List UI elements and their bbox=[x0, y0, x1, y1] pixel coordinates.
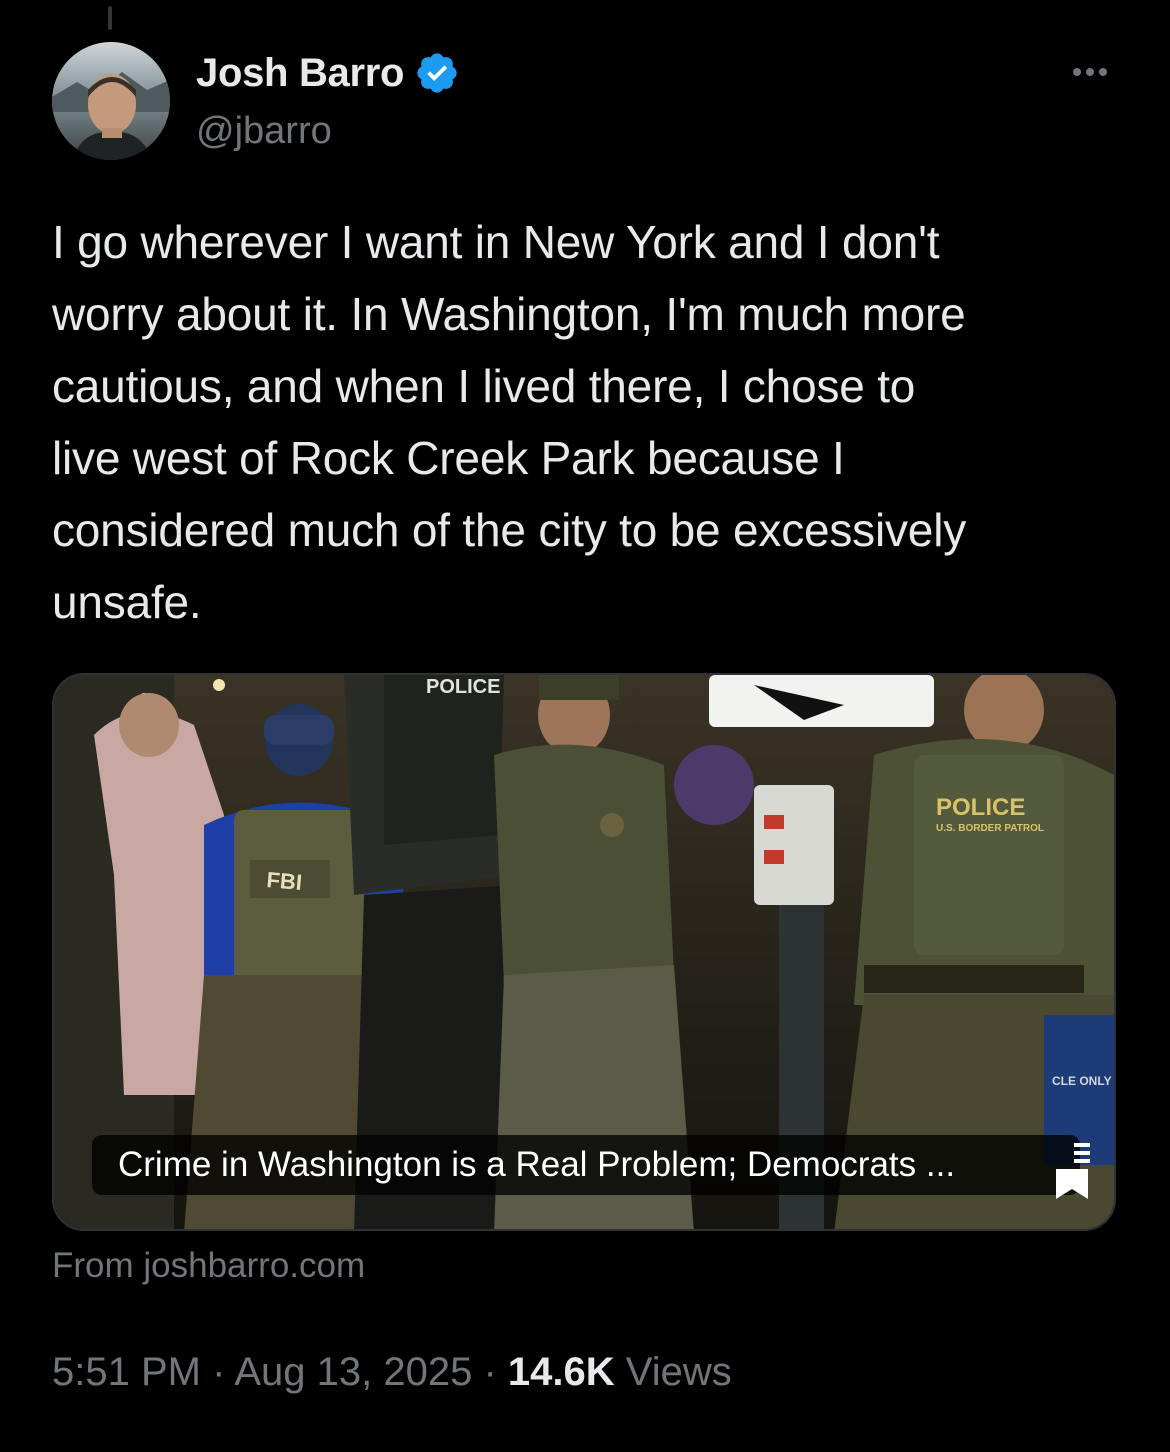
avatar[interactable] bbox=[52, 42, 170, 160]
image-label-recycle: CLE ONLY bbox=[1052, 1074, 1112, 1088]
image-label-patch-subtext: U.S. BORDER PATROL bbox=[936, 823, 1044, 834]
image-label-police-top: POLICE bbox=[426, 676, 500, 698]
tweet-time[interactable]: 5:51 PM bbox=[52, 1350, 201, 1394]
more-options-icon[interactable] bbox=[1060, 52, 1120, 92]
meta-separator: · bbox=[483, 1350, 497, 1394]
thread-connector-line bbox=[108, 6, 112, 30]
author-display-name[interactable]: Josh Barro bbox=[196, 51, 404, 96]
bookmark-icon[interactable] bbox=[1052, 1141, 1092, 1201]
meta-separator: · bbox=[212, 1350, 226, 1394]
tweet-text: I go wherever I want in New York and I d… bbox=[52, 216, 967, 628]
image-label-police-patch: POLICE bbox=[936, 794, 1025, 821]
image-label-fbi: FBI bbox=[266, 867, 303, 895]
views-label: Views bbox=[625, 1350, 732, 1394]
tweet-meta: 5:51 PM · Aug 13, 2025 · 14.6K Views bbox=[52, 1350, 732, 1395]
views-count: 14.6K bbox=[507, 1350, 615, 1394]
author-handle[interactable]: @jbarro bbox=[196, 110, 332, 153]
card-title: Crime in Washington is a Real Problem; D… bbox=[92, 1135, 1080, 1195]
link-preview-card[interactable]: FBI POLICE POLICE U.S. BORDER PATROL CLE… bbox=[52, 673, 1116, 1231]
card-source-domain[interactable]: From joshbarro.com bbox=[52, 1246, 365, 1286]
verified-badge-icon bbox=[414, 50, 460, 96]
tweet-date[interactable]: Aug 13, 2025 bbox=[234, 1350, 472, 1394]
